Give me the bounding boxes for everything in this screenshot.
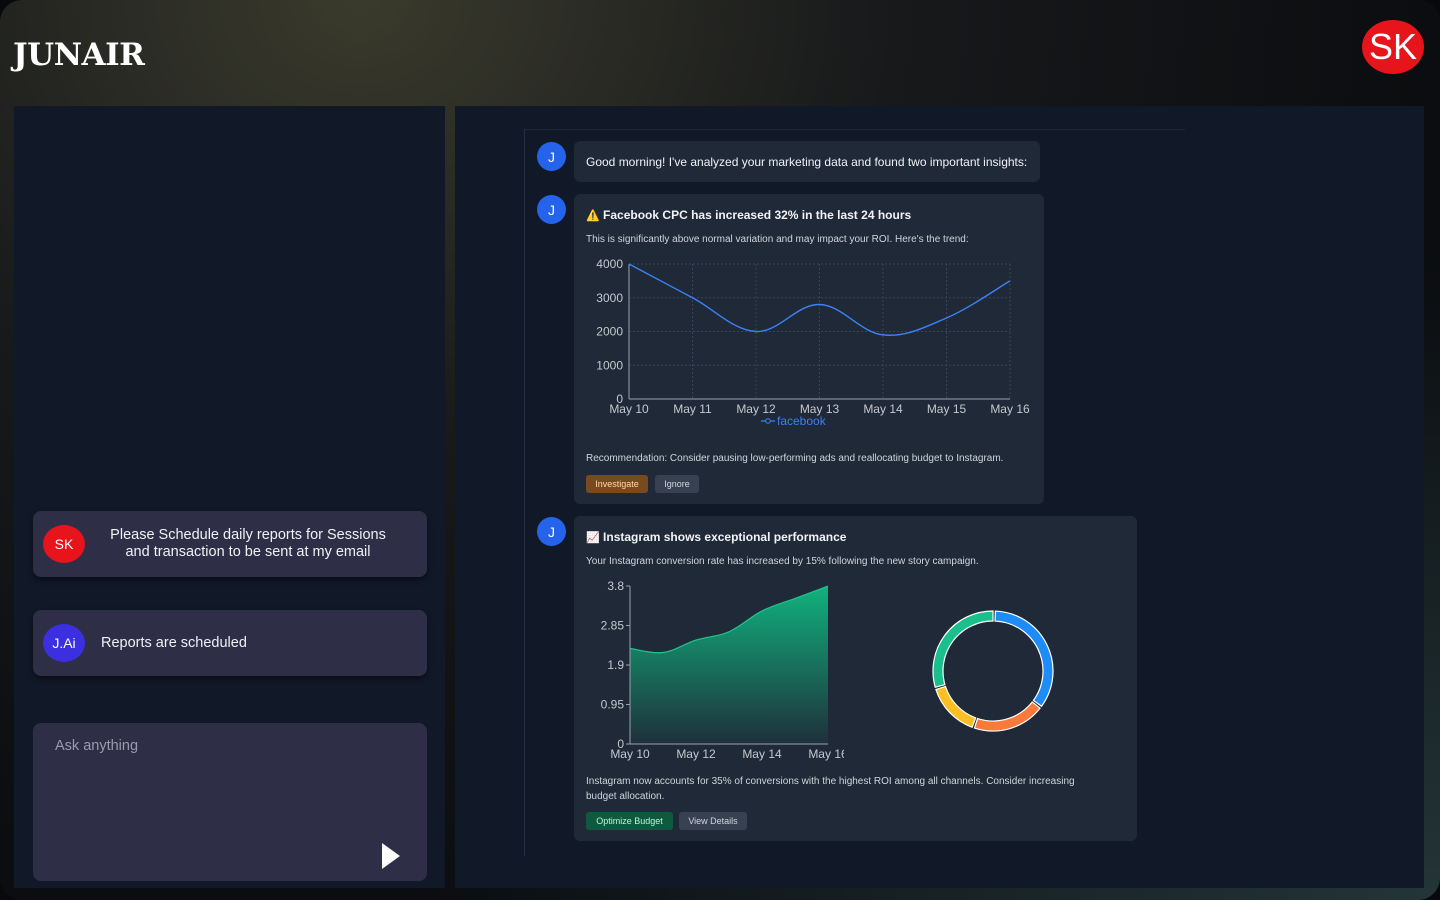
user-message-line2: and transaction to be sent at my email <box>125 544 371 560</box>
facebook-recommendation: Recommendation: Consider pausing low-per… <box>586 453 1004 464</box>
app-frame: JUNAIR SK SK Please Schedule daily repor… <box>0 0 1440 900</box>
play-triangle-icon <box>382 843 400 869</box>
ignore-button[interactable]: Ignore <box>655 475 699 493</box>
instagram-note: Instagram now accounts for 35% of conver… <box>586 774 1075 804</box>
donut-slice <box>973 701 1041 732</box>
insights-panel: J Good morning! I've analyzed your marke… <box>455 106 1424 888</box>
instagram-insight-card: 📈 Instagram shows exceptional performanc… <box>574 516 1137 841</box>
chat-sidebar: SK Please Schedule daily reports for Ses… <box>14 106 445 888</box>
donut-slice <box>932 610 994 688</box>
instagram-note-line2: budget allocation. <box>586 791 665 802</box>
legend-marker <box>765 418 771 424</box>
assistant-message-card: J.Ai Reports are scheduled <box>33 610 427 676</box>
facebook-cpc-line-chart: 01000200030004000May 10 May 11 May 12 May 1… <box>596 257 1030 428</box>
channel-share-donut-chart <box>932 610 1054 732</box>
facebook-insight-card: ⚠️ Facebook CPC has increased 32% in the… <box>574 194 1044 504</box>
user-avatar[interactable]: SK <box>1362 20 1424 74</box>
instagram-insight-title-text: Instagram shows exceptional performance <box>603 530 847 544</box>
x-tick-label: May 12 <box>676 747 716 761</box>
investigate-button[interactable]: Investigate <box>586 475 648 493</box>
y-tick-label: 2000 <box>596 325 623 339</box>
x-tick-label: May 11 <box>673 402 712 416</box>
user-message-avatar: SK <box>43 525 85 563</box>
instagram-conversion-area-chart: 00.951.92.853.8May 10 May 12 May 14 May 16 <box>601 579 844 761</box>
ask-input[interactable] <box>55 738 355 754</box>
x-tick-label: May 10 <box>609 402 649 416</box>
donut-slice <box>935 685 977 729</box>
instagram-insight-subtitle: Your Instagram conversion rate has incre… <box>586 556 979 567</box>
app-logo: JUNAIR <box>13 37 145 73</box>
x-tick-label: May 16 <box>808 747 844 761</box>
facebook-insight-subtitle: This is significantly above normal varia… <box>586 234 969 245</box>
y-tick-label: 1.9 <box>607 658 624 672</box>
instagram-insight-title: 📈 Instagram shows exceptional performanc… <box>586 530 846 544</box>
user-message-line1: Please Schedule daily reports for Sessio… <box>110 527 386 543</box>
y-tick-label: 4000 <box>596 257 623 271</box>
instagram-area-fill <box>630 586 828 744</box>
legend-label: facebook <box>777 414 827 428</box>
facebook-insight-title-text: Facebook CPC has increased 32% in the la… <box>603 208 912 222</box>
assistant-avatar: J <box>537 517 566 546</box>
x-tick-label: May 12 <box>736 402 776 416</box>
optimize-budget-button[interactable]: Optimize Budget <box>586 812 673 830</box>
view-details-button[interactable]: View Details <box>679 812 747 830</box>
divider <box>524 129 525 856</box>
user-message-text: Please Schedule daily reports for Sessio… <box>98 527 398 561</box>
x-tick-label: May 10 <box>610 747 650 761</box>
warning-icon: ⚠️ <box>586 210 600 222</box>
assistant-message-avatar: J.Ai <box>43 624 85 662</box>
send-button[interactable] <box>381 842 401 870</box>
x-tick-label: May 14 <box>742 747 782 761</box>
divider <box>525 129 1185 130</box>
assistant-avatar: J <box>537 195 566 224</box>
x-tick-label: May 14 <box>863 402 903 416</box>
y-tick-label: 0.95 <box>601 698 625 712</box>
assistant-avatar: J <box>537 142 566 171</box>
user-message-card: SK Please Schedule daily reports for Ses… <box>33 511 427 577</box>
y-tick-label: 3.8 <box>607 579 624 593</box>
trend-up-icon: 📈 <box>586 532 600 544</box>
facebook-insight-title: ⚠️ Facebook CPC has increased 32% in the… <box>586 208 911 222</box>
greeting-bubble: Good morning! I've analyzed your marketi… <box>574 141 1040 182</box>
ask-box <box>33 723 427 881</box>
y-tick-label: 3000 <box>596 291 623 305</box>
x-tick-label: May 15 <box>927 402 967 416</box>
x-tick-label: May 16 <box>990 402 1030 416</box>
y-tick-label: 2.85 <box>601 619 625 633</box>
assistant-message-text: Reports are scheduled <box>101 634 247 651</box>
instagram-note-line1: Instagram now accounts for 35% of conver… <box>586 776 1075 787</box>
y-tick-label: 1000 <box>596 358 623 372</box>
donut-slice <box>994 610 1054 708</box>
